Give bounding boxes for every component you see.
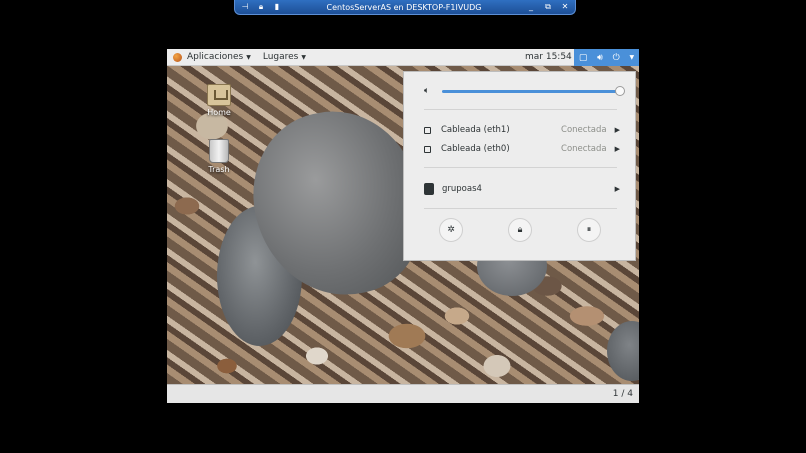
clock[interactable]: mar 15:54 bbox=[525, 49, 572, 66]
system-tray[interactable]: ▢ 🔊︎ ⏻ ▼ bbox=[574, 49, 639, 66]
user-icon bbox=[424, 183, 434, 195]
network-icon: ▢ bbox=[578, 52, 588, 63]
volume-slider-handle[interactable] bbox=[615, 86, 625, 96]
settings-icon: ✲ bbox=[447, 225, 455, 235]
signal-icon[interactable]: ▮ bbox=[273, 3, 281, 11]
chevron-right-icon: ▶ bbox=[614, 185, 620, 193]
connection-title: CentosServerAS en DESKTOP-F1IVUDG bbox=[326, 2, 482, 12]
home-folder-icon bbox=[207, 84, 231, 106]
close-icon[interactable]: ✕ bbox=[561, 3, 569, 11]
desktop-icon-label: Home bbox=[207, 108, 231, 117]
volume-icon: 🔈︎ bbox=[424, 86, 430, 96]
chevron-right-icon: ▶ bbox=[614, 126, 620, 134]
wired-network-icon bbox=[424, 145, 431, 153]
wired-network-icon bbox=[424, 126, 431, 134]
network-label: Cableada (eth1) bbox=[441, 125, 510, 135]
user-label: grupoas4 bbox=[442, 184, 482, 194]
workspace-indicator[interactable]: 1 / 4 bbox=[613, 389, 633, 399]
trash-icon bbox=[209, 139, 229, 163]
places-label: Lugares bbox=[262, 52, 299, 62]
pin-icon[interactable]: ⊣ bbox=[241, 3, 249, 11]
restore-icon[interactable]: ⧉ bbox=[544, 3, 552, 11]
network-label: Cableada (eth0) bbox=[441, 144, 510, 154]
network-status: Conectada bbox=[561, 144, 607, 154]
desktop-icon-trash[interactable]: Trash bbox=[199, 139, 239, 174]
power-icon: ⏻ bbox=[612, 52, 620, 63]
desktop-icon-label: Trash bbox=[208, 165, 230, 174]
minimize-icon[interactable]: _ bbox=[527, 3, 535, 11]
network-status: Conectada bbox=[561, 125, 607, 135]
chevron-right-icon: ▶ bbox=[614, 145, 620, 153]
chevron-down-icon: ▼ bbox=[301, 53, 307, 61]
system-menu: 🔈︎ Cableada (eth1) Conectada ▶ Cableada … bbox=[403, 71, 636, 261]
desktop-icon-home[interactable]: Home bbox=[199, 84, 239, 117]
divider bbox=[424, 167, 617, 168]
lock-icon: 🔒︎ bbox=[517, 225, 523, 235]
gnome-foot-icon bbox=[173, 52, 182, 62]
chevron-down-icon: ▼ bbox=[246, 53, 251, 61]
network-item-eth0[interactable]: Cableada (eth0) Conectada ▶ bbox=[424, 142, 620, 156]
lock-button[interactable]: 🔒︎ bbox=[508, 218, 532, 242]
pause-icon: ⏸ bbox=[586, 225, 592, 235]
settings-button[interactable]: ✲ bbox=[439, 218, 463, 242]
divider bbox=[424, 109, 617, 110]
volume-slider[interactable] bbox=[442, 90, 620, 93]
divider bbox=[424, 208, 617, 209]
bottom-panel: 1 / 4 bbox=[167, 384, 639, 403]
lock-icon[interactable]: 🔒︎ bbox=[257, 3, 265, 11]
wallpaper-stone bbox=[607, 321, 639, 381]
network-item-eth1[interactable]: Cableada (eth1) Conectada ▶ bbox=[424, 123, 620, 137]
applications-menu[interactable]: Aplicaciones ▼ bbox=[167, 49, 257, 66]
user-item[interactable]: grupoas4 ▶ bbox=[424, 182, 620, 196]
action-buttons: ✲ 🔒︎ ⏸ bbox=[404, 218, 635, 242]
suspend-button[interactable]: ⏸ bbox=[577, 218, 601, 242]
chevron-down-icon: ▼ bbox=[629, 54, 635, 61]
remote-connection-bar: ⊣ 🔒︎ ▮ CentosServerAS en DESKTOP-F1IVUDG… bbox=[234, 0, 576, 15]
places-menu[interactable]: Lugares ▼ bbox=[257, 49, 312, 66]
vm-screen: Home Trash Aplicaciones ▼ Lugares ▼ mar … bbox=[167, 49, 639, 403]
volume-row: 🔈︎ bbox=[424, 84, 625, 98]
volume-icon: 🔊︎ bbox=[597, 52, 603, 63]
top-panel: Aplicaciones ▼ Lugares ▼ mar 15:54 ▢ 🔊︎ … bbox=[167, 49, 639, 66]
applications-label: Aplicaciones bbox=[187, 52, 244, 62]
